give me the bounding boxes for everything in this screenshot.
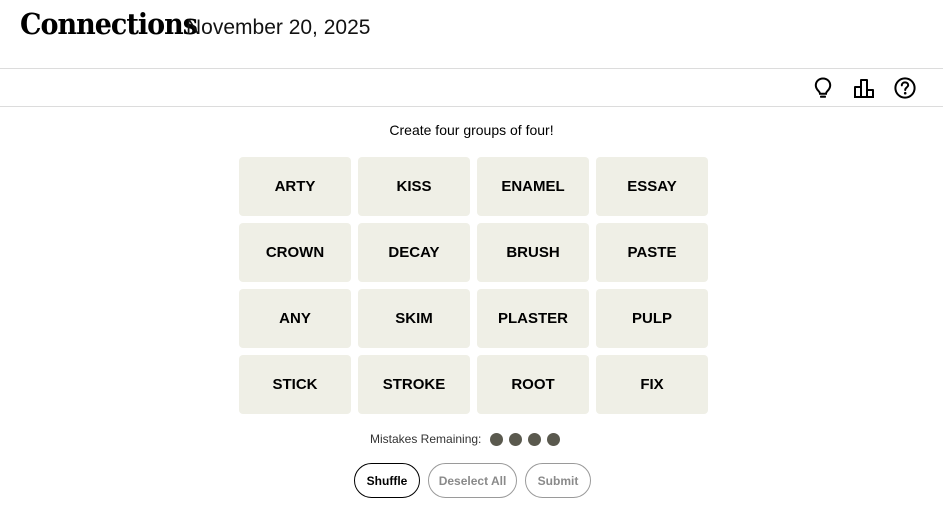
mistake-dot [490, 432, 504, 446]
word-tile[interactable]: PLASTER [477, 289, 589, 348]
app-title: Connections [20, 8, 198, 42]
word-tile[interactable]: PULP [596, 289, 708, 348]
word-tile[interactable]: SKIM [358, 289, 470, 348]
word-tile[interactable]: PASTE [596, 223, 708, 282]
mistake-dots [490, 432, 566, 446]
submit-button[interactable]: Submit [525, 463, 591, 498]
lightbulb-icon[interactable] [811, 76, 835, 100]
help-icon[interactable] [893, 76, 917, 100]
word-tile[interactable]: ESSAY [596, 157, 708, 216]
deselect-all-button[interactable]: Deselect All [428, 463, 517, 498]
word-tile[interactable]: KISS [358, 157, 470, 216]
word-tile[interactable]: ARTY [239, 157, 351, 216]
mistake-dot [509, 432, 523, 446]
app-header: Connections November 20, 2025 [0, 0, 943, 69]
toolbar [0, 69, 943, 107]
word-tile[interactable]: DECAY [358, 223, 470, 282]
puzzle-date: November 20, 2025 [186, 16, 371, 39]
word-tile[interactable]: STROKE [358, 355, 470, 414]
word-tile[interactable]: STICK [239, 355, 351, 414]
mistake-dot [528, 432, 542, 446]
mistake-dot [547, 432, 561, 446]
instructions: Create four groups of four! [389, 122, 554, 138]
word-tile[interactable]: ANY [239, 289, 351, 348]
shuffle-button[interactable]: Shuffle [354, 463, 420, 498]
word-grid: ARTY KISS ENAMEL ESSAY CROWN DECAY BRUSH PASTE A… [239, 157, 708, 414]
leaderboard-icon[interactable] [852, 76, 876, 100]
word-tile[interactable]: BRUSH [477, 223, 589, 282]
word-tile[interactable]: FIX [596, 355, 708, 414]
word-tile[interactable]: ROOT [477, 355, 589, 414]
word-tile[interactable]: CROWN [239, 223, 351, 282]
word-tile[interactable]: ENAMEL [477, 157, 589, 216]
action-buttons: Shuffle Deselect All Submit [354, 463, 599, 498]
mistakes-label: Mistakes Remaining: [370, 432, 482, 446]
mistakes-remaining: Mistakes Remaining: [370, 431, 566, 447]
